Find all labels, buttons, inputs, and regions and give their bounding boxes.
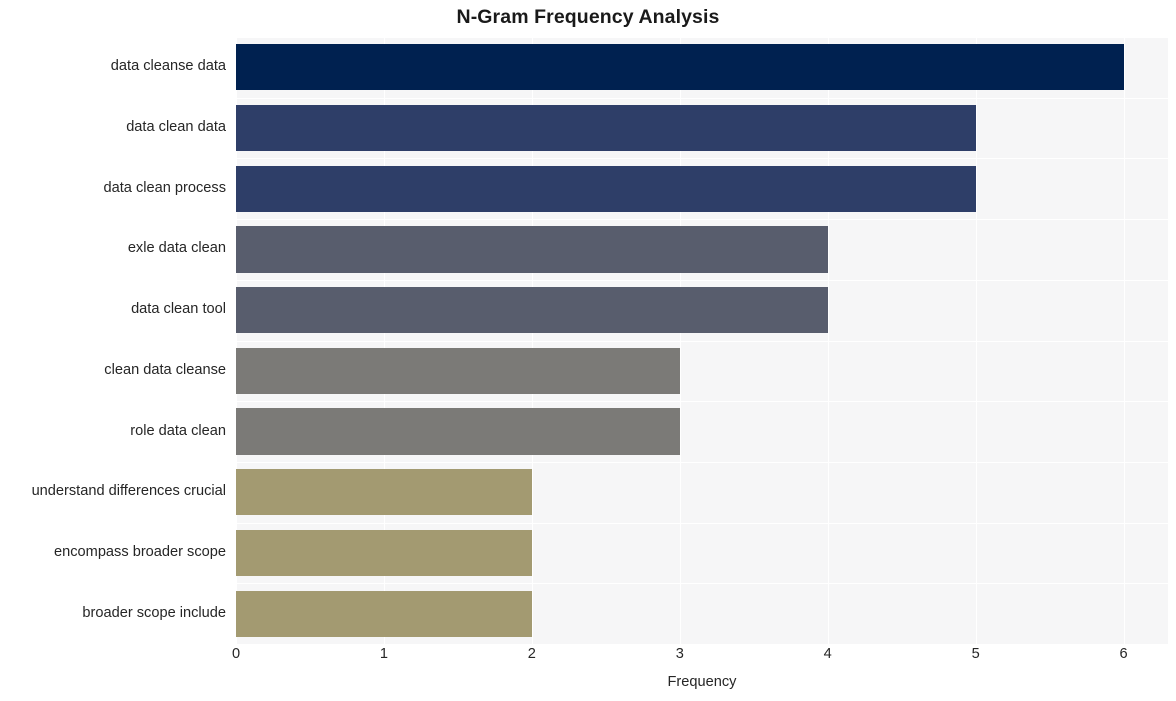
- bar[interactable]: [236, 287, 828, 334]
- y-axis-labels: data cleanse data data clean data data cle…: [0, 37, 226, 644]
- gridline-horizontal: [236, 644, 1168, 645]
- bar-row: [236, 44, 1168, 91]
- bar-row: [236, 590, 1168, 637]
- bar-row: [236, 529, 1168, 576]
- y-axis-tick-label: understand differences crucial: [31, 483, 226, 500]
- bar[interactable]: [236, 44, 1124, 91]
- bar[interactable]: [236, 226, 828, 273]
- x-axis-tick-label: 1: [379, 646, 388, 662]
- y-axis-tick-label: broader scope include: [82, 604, 226, 621]
- bar[interactable]: [236, 104, 976, 152]
- bars-layer: [236, 37, 1168, 644]
- bar[interactable]: [236, 529, 532, 576]
- y-axis-tick-label: exle data clean: [127, 240, 226, 257]
- x-axis-tick-label: 2: [527, 646, 536, 662]
- bar-row: [236, 226, 1168, 273]
- bar[interactable]: [236, 165, 976, 212]
- y-axis-tick-label: data clean tool: [131, 301, 226, 318]
- bar-row: [236, 347, 1168, 394]
- y-axis-tick-label: role data clean: [130, 422, 226, 439]
- x-axis-ticks: 0 1 2 3 4 5 6: [232, 646, 1168, 670]
- y-axis-tick-label: encompass broader scope: [54, 543, 226, 560]
- bar-row: [236, 165, 1168, 212]
- bar-row: [236, 287, 1168, 334]
- x-axis-tick-label: 4: [823, 646, 832, 662]
- x-axis-title: Frequency: [667, 674, 737, 690]
- bar-row: [236, 104, 1168, 152]
- bar[interactable]: [236, 590, 532, 637]
- x-axis-tick-label: 3: [675, 646, 684, 662]
- bar-row: [236, 469, 1168, 516]
- y-axis-tick-label: clean data cleanse: [104, 361, 226, 378]
- x-axis-tick-label: 0: [231, 646, 241, 662]
- bar[interactable]: [236, 408, 680, 455]
- y-axis-tick-label: data clean process: [103, 179, 226, 196]
- plot-area: [236, 37, 1168, 645]
- bar[interactable]: [236, 469, 532, 516]
- bar-row: [236, 408, 1168, 455]
- chart-title: N-Gram Frequency Analysis: [456, 6, 720, 28]
- x-axis-tick-label: 6: [1119, 646, 1128, 662]
- bar[interactable]: [236, 347, 680, 394]
- y-axis-tick-label: data cleanse data: [110, 58, 226, 75]
- x-axis-tick-label: 5: [971, 646, 980, 662]
- y-axis-tick-label: data clean data: [126, 119, 226, 136]
- ngram-frequency-chart: N-Gram Frequency Analysis data cleanse d…: [0, 0, 1176, 701]
